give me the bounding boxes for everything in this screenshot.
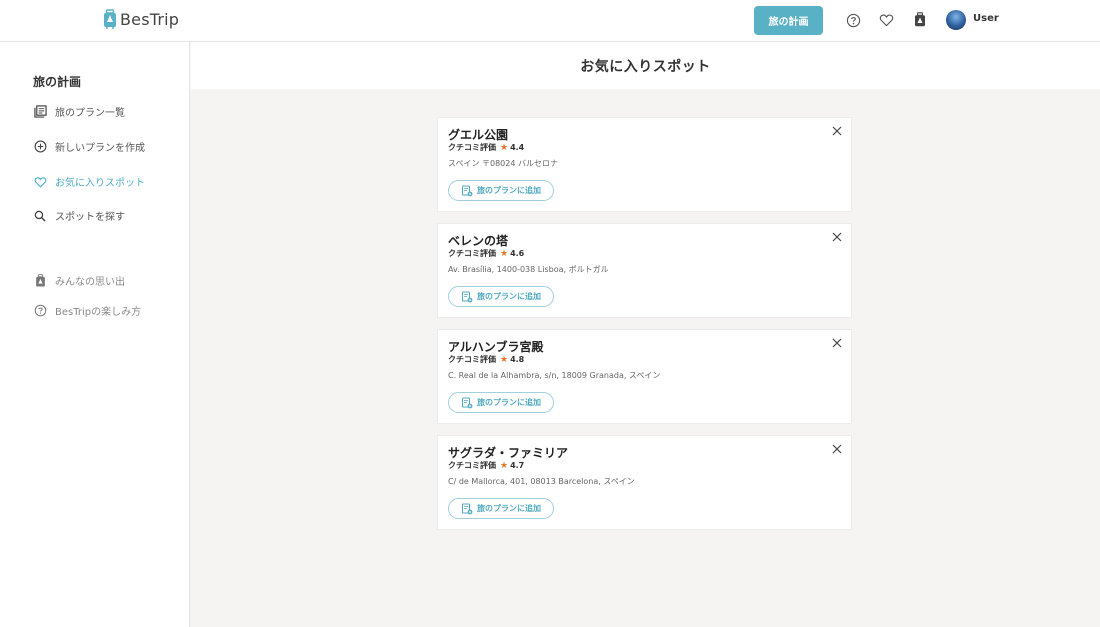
user-name[interactable]: User xyxy=(973,13,999,24)
sidebar-item-memories[interactable]: みんなの思い出 xyxy=(33,273,125,288)
sidebar-item-new-plan[interactable]: 新しいプランを作成 xyxy=(33,139,145,154)
add-to-plan-label: 旅のプランに追加 xyxy=(477,292,541,301)
star-icon: ★ xyxy=(500,142,509,153)
spot-card: サグラダ・ファミリア クチコミ評価 ★ 4.7 C/ de Mallorca, … xyxy=(437,435,852,530)
page-title: お気に入りスポット xyxy=(580,58,711,75)
sidebar-item-label: 新しいプランを作成 xyxy=(55,143,145,154)
spot-card: アルハンブラ宮殿 クチコミ評価 ★ 4.8 C. Real de la Alha… xyxy=(437,329,852,424)
add-to-plan-icon xyxy=(462,291,473,302)
sidebar-item-label: スポットを探す xyxy=(55,212,125,223)
add-to-plan-icon xyxy=(462,397,473,408)
add-to-plan-button[interactable]: 旅のプランに追加 xyxy=(448,498,554,519)
add-to-plan-button[interactable]: 旅のプランに追加 xyxy=(448,392,554,413)
rating-label: クチコミ評価 xyxy=(448,461,496,470)
memories-icon xyxy=(33,273,47,288)
star-icon: ★ xyxy=(500,248,509,259)
spot-rating: クチコミ評価 ★ 4.8 xyxy=(448,354,524,365)
sidebar-item-label: みんなの思い出 xyxy=(55,277,125,288)
memories-icon[interactable] xyxy=(912,12,928,28)
add-to-plan-label: 旅のプランに追加 xyxy=(477,504,541,513)
close-icon[interactable] xyxy=(831,337,843,349)
rating-label: クチコミ評価 xyxy=(448,143,496,152)
rating-label: クチコミ評価 xyxy=(448,249,496,258)
spot-address: Av. Brasília, 1400-038 Lisboa, ポルトガル xyxy=(448,265,609,274)
spot-name[interactable]: アルハンブラ宮殿 xyxy=(448,338,544,355)
sidebar-item-how-to-enjoy[interactable]: BesTripの楽しみ方 xyxy=(33,303,141,318)
sidebar-item-find-spots[interactable]: スポットを探す xyxy=(33,208,125,223)
close-icon[interactable] xyxy=(831,231,843,243)
sidebar-item-plan-list[interactable]: 旅のプラン一覧 xyxy=(33,104,125,119)
add-circle-icon xyxy=(33,140,47,154)
spot-rating: クチコミ評価 ★ 4.7 xyxy=(448,460,524,471)
logo-suitcase-icon xyxy=(104,9,116,29)
spot-rating: クチコミ評価 ★ 4.6 xyxy=(448,248,524,259)
heart-icon xyxy=(33,175,47,189)
logo-text: BesTrip xyxy=(120,9,180,29)
spot-card: グエル公園 クチコミ評価 ★ 4.4 スペイン 〒08024 バルセロナ 旅のプ… xyxy=(437,117,852,212)
spot-address: スペイン 〒08024 バルセロナ xyxy=(448,159,558,168)
top-header: BesTrip 旅の計画 User xyxy=(0,0,1100,42)
spot-name[interactable]: グエル公園 xyxy=(448,126,508,143)
add-to-plan-icon xyxy=(462,503,473,514)
spot-name[interactable]: サグラダ・ファミリア xyxy=(448,444,568,461)
help-icon[interactable] xyxy=(845,12,861,28)
avatar[interactable] xyxy=(946,10,966,30)
trip-plan-button[interactable]: 旅の計画 xyxy=(754,6,823,35)
search-icon xyxy=(33,209,47,223)
add-to-plan-icon xyxy=(462,185,473,196)
rating-value: 4.4 xyxy=(510,143,525,152)
sidebar-item-label: 旅のプラン一覧 xyxy=(55,108,125,119)
star-icon: ★ xyxy=(500,354,509,365)
spot-name[interactable]: ベレンの塔 xyxy=(448,232,508,249)
rating-value: 4.6 xyxy=(510,249,525,258)
spot-rating: クチコミ評価 ★ 4.4 xyxy=(448,142,524,153)
logo[interactable]: BesTrip xyxy=(103,9,179,29)
close-icon[interactable] xyxy=(831,125,843,137)
rating-value: 4.7 xyxy=(510,461,525,470)
spot-address: C. Real de la Alhambra, s/n, 18009 Grana… xyxy=(448,371,661,380)
rating-value: 4.8 xyxy=(510,355,525,364)
add-to-plan-label: 旅のプランに追加 xyxy=(477,398,541,407)
spot-card: ベレンの塔 クチコミ評価 ★ 4.6 Av. Brasília, 1400-03… xyxy=(437,223,852,318)
spot-address: C/ de Mallorca, 401, 08013 Barcelona, スペ… xyxy=(448,477,635,486)
add-to-plan-button[interactable]: 旅のプランに追加 xyxy=(448,286,554,307)
add-to-plan-label: 旅のプランに追加 xyxy=(477,186,541,195)
heart-icon[interactable] xyxy=(878,12,894,28)
star-icon: ★ xyxy=(500,460,509,471)
sidebar-item-label: BesTripの楽しみ方 xyxy=(55,307,142,318)
plan-list-icon xyxy=(33,105,47,119)
sidebar-item-label: お気に入りスポット xyxy=(55,178,145,189)
add-to-plan-button[interactable]: 旅のプランに追加 xyxy=(448,180,554,201)
page-title-bar: お気に入りスポット xyxy=(191,42,1100,89)
sidebar-item-favorite-spots[interactable]: お気に入りスポット xyxy=(33,174,145,189)
sidebar-heading: 旅の計画 xyxy=(33,75,82,89)
close-icon[interactable] xyxy=(831,443,843,455)
help-icon xyxy=(33,304,47,318)
rating-label: クチコミ評価 xyxy=(448,355,496,364)
sidebar: 旅の計画 旅のプラン一覧 新しいプランを作成 お気に入りスポット スポットを探す… xyxy=(0,42,190,627)
